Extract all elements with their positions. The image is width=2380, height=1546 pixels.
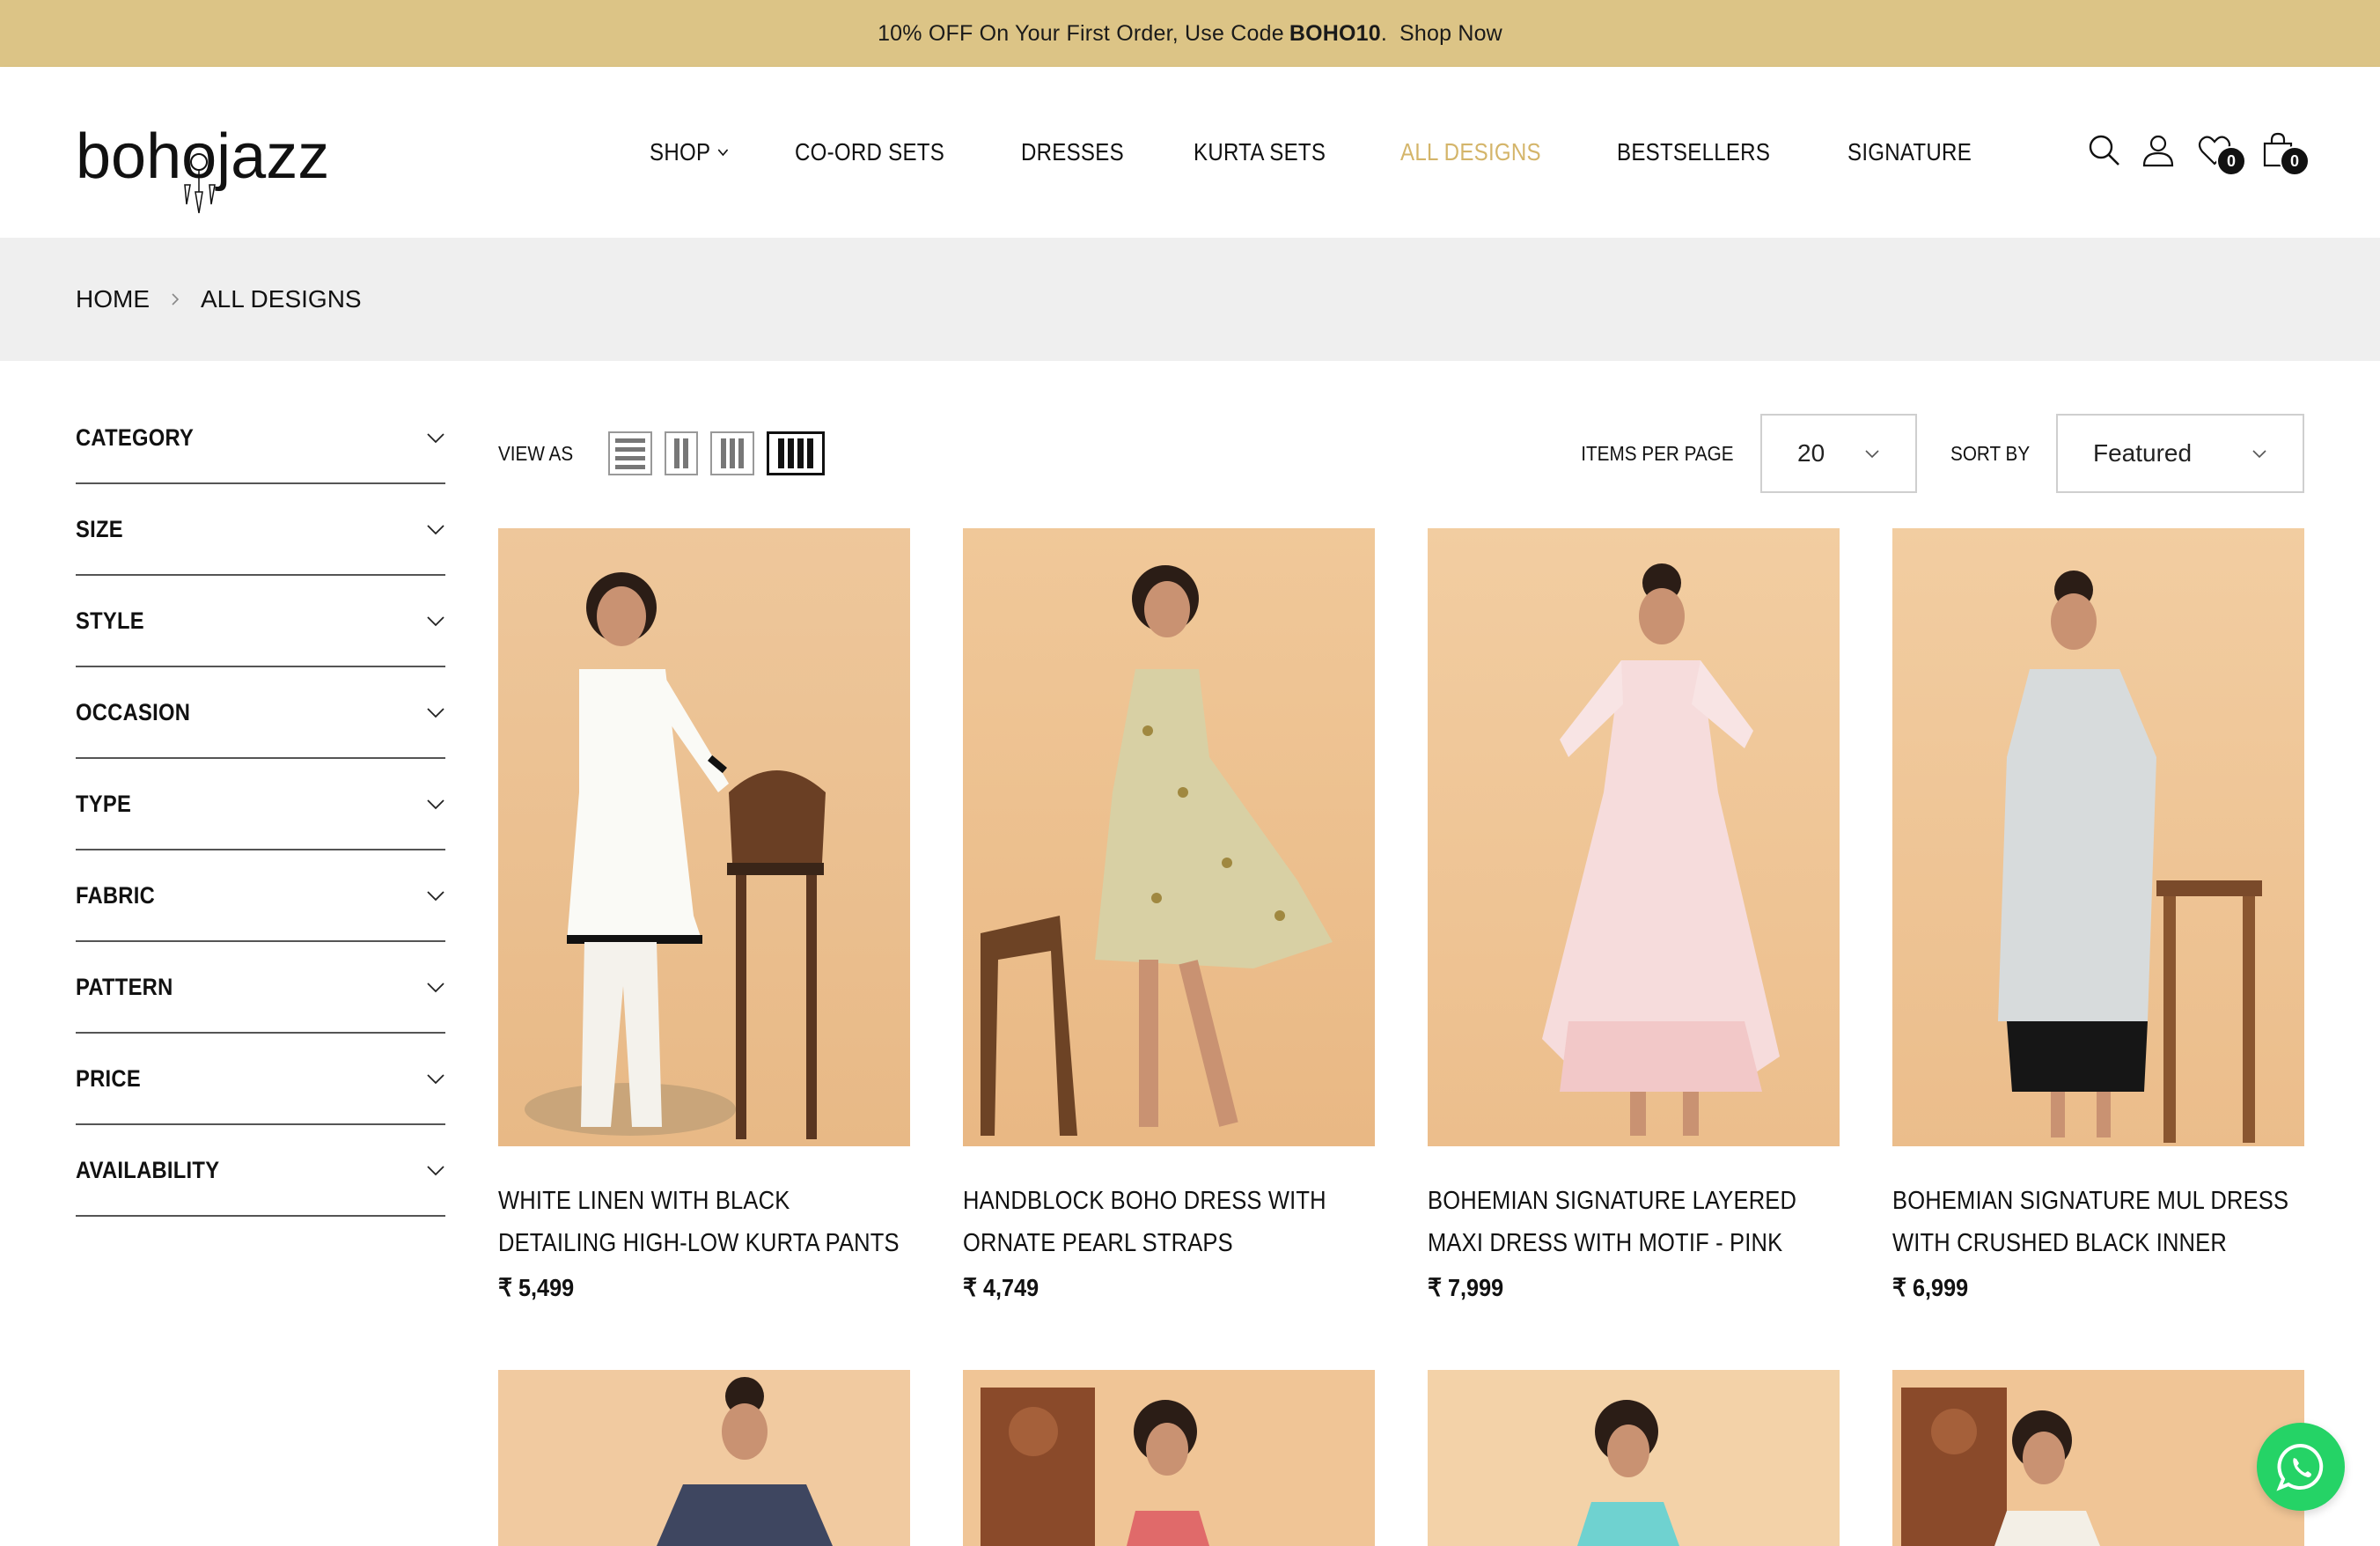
shop-now-link[interactable]: Shop Now (1399, 21, 1502, 47)
nav-dresses[interactable]: DRESSES (1021, 138, 1124, 166)
chevron-down-icon (427, 433, 444, 444)
view-grid-4-button[interactable] (766, 431, 825, 475)
product-card[interactable] (963, 1370, 1375, 1546)
product-card[interactable]: BOHEMIAN SIGNATURE MUL DRESS WITH CRUSHE… (1892, 528, 2304, 1302)
breadcrumb-home[interactable]: HOME (76, 285, 150, 313)
chevron-down-icon (717, 149, 728, 157)
product-card[interactable] (1892, 1370, 2304, 1546)
search-icon (2089, 135, 2119, 166)
filter-type[interactable]: TYPE (76, 759, 445, 850)
product-image[interactable] (1892, 528, 2304, 1146)
product-price: ₹ 7,999 (1428, 1274, 1504, 1301)
product-image[interactable] (1428, 528, 1840, 1146)
product-price: ₹ 4,749 (963, 1274, 1039, 1301)
product-card[interactable] (1428, 1370, 1840, 1546)
filter-style[interactable]: STYLE (76, 576, 445, 667)
product-card[interactable]: WHITE LINEN WITH BLACK DETAILING HIGH-LO… (498, 528, 910, 1302)
promo-code: BOHO10 (1289, 20, 1381, 46)
view-as-label: VIEW AS (498, 441, 574, 465)
chevron-down-icon (427, 525, 444, 535)
view-list-button[interactable] (607, 431, 652, 475)
svg-text:bohojazz: bohojazz (76, 121, 329, 192)
items-per-page-select[interactable]: 20 (1760, 414, 1917, 493)
view-grid-3-button[interactable] (709, 431, 754, 475)
product-name[interactable]: BOHEMIAN SIGNATURE MUL DRESS WITH CRUSHE… (1892, 1180, 2303, 1264)
items-per-page-group: ITEMS PER PAGE 20 (1564, 414, 1917, 493)
filter-size[interactable]: SIZE (76, 484, 445, 576)
product-image[interactable] (1428, 1370, 1840, 1546)
sort-by-label: SORT BY (1950, 441, 2030, 465)
product-name[interactable]: WHITE LINEN WITH BLACK DETAILING HIGH-LO… (498, 1180, 908, 1264)
nav-co-ord-sets[interactable]: CO-ORD SETS (795, 138, 944, 166)
announcement-text: 10% OFF On Your First Order, Use Code (878, 20, 1284, 46)
view-as-group: VIEW AS (498, 414, 837, 493)
nav-all-designs[interactable]: ALL DESIGNS (1400, 138, 1541, 166)
cart-count-badge: 0 (2280, 146, 2310, 176)
product-image[interactable] (1892, 1370, 2304, 1546)
site-header: bohojazz SHOP CO-ORD SETS DRESSES KURTA … (0, 67, 2380, 238)
filter-fabric[interactable]: FABRIC (76, 850, 445, 942)
sort-by-group: SORT BY Featured (1942, 414, 2304, 493)
listing-toolbar: VIEW AS ITEMS PER PAGE 20 SORT BY Featur… (498, 414, 2304, 493)
product-price: ₹ 5,499 (498, 1274, 575, 1301)
chevron-down-icon (427, 616, 444, 627)
breadcrumb-bar: HOME ALL DESIGNS (0, 238, 2380, 361)
items-per-page-label: ITEMS PER PAGE (1581, 441, 1734, 465)
view-grid-2-button[interactable] (664, 431, 698, 475)
filter-category[interactable]: CATEGORY (76, 393, 445, 484)
filter-availability[interactable]: AVAILABILITY (76, 1125, 445, 1217)
filter-pattern[interactable]: PATTERN (76, 942, 445, 1034)
product-name[interactable]: BOHEMIAN SIGNATURE LAYERED MAXI DRESS WI… (1428, 1180, 1838, 1264)
nav-signature[interactable]: SIGNATURE (1847, 138, 1972, 166)
nav-bestsellers[interactable]: BESTSELLERS (1617, 138, 1770, 166)
product-image[interactable] (963, 1370, 1375, 1546)
breadcrumb: HOME ALL DESIGNS (76, 238, 362, 361)
product-image[interactable] (498, 1370, 910, 1546)
chevron-down-icon (427, 1074, 444, 1085)
user-icon (2142, 135, 2174, 167)
whatsapp-chat-button[interactable] (2257, 1423, 2345, 1511)
main-nav: SHOP CO-ORD SETS DRESSES KURTA SETS ALL … (650, 67, 2045, 238)
product-image[interactable] (498, 528, 910, 1146)
filter-price[interactable]: PRICE (76, 1034, 445, 1125)
chevron-down-icon (427, 1166, 444, 1176)
nav-shop[interactable]: SHOP (650, 138, 729, 166)
announcement-bar: 10% OFF On Your First Order, Use Code BO… (0, 0, 2380, 67)
breadcrumb-current: ALL DESIGNS (201, 285, 362, 313)
product-image[interactable] (963, 528, 1375, 1146)
sort-by-select[interactable]: Featured (2056, 414, 2304, 493)
whatsapp-icon (2276, 1443, 2324, 1491)
product-card[interactable]: HANDBLOCK BOHO DRESS WITH ORNATE PEARL S… (963, 528, 1375, 1302)
nav-kurta-sets[interactable]: KURTA SETS (1194, 138, 1326, 166)
filter-occasion[interactable]: OCCASION (76, 667, 445, 759)
chevron-down-icon (1865, 450, 1879, 459)
wishlist-button[interactable]: 0 (2197, 132, 2246, 176)
search-button[interactable] (2086, 132, 2121, 167)
header-icons: 0 0 (2068, 132, 2310, 176)
product-name[interactable]: HANDBLOCK BOHO DRESS WITH ORNATE PEARL S… (963, 1180, 1373, 1264)
wishlist-count-badge: 0 (2216, 146, 2246, 176)
chevron-right-icon (172, 293, 180, 306)
chevron-down-icon (427, 799, 444, 810)
product-card[interactable] (498, 1370, 910, 1546)
chevron-down-icon (2252, 450, 2266, 459)
chevron-down-icon (427, 983, 444, 993)
product-card[interactable]: BOHEMIAN SIGNATURE LAYERED MAXI DRESS WI… (1428, 528, 1840, 1302)
cart-button[interactable]: 0 (2260, 132, 2310, 176)
bohojazz-logo[interactable]: bohojazz (76, 121, 366, 214)
chevron-down-icon (427, 708, 444, 718)
product-price: ₹ 6,999 (1892, 1274, 1969, 1301)
filter-sidebar: CATEGORY SIZE STYLE OCCASION TYPE FABRIC… (76, 393, 445, 1217)
chevron-down-icon (427, 891, 444, 902)
account-button[interactable] (2141, 132, 2176, 167)
